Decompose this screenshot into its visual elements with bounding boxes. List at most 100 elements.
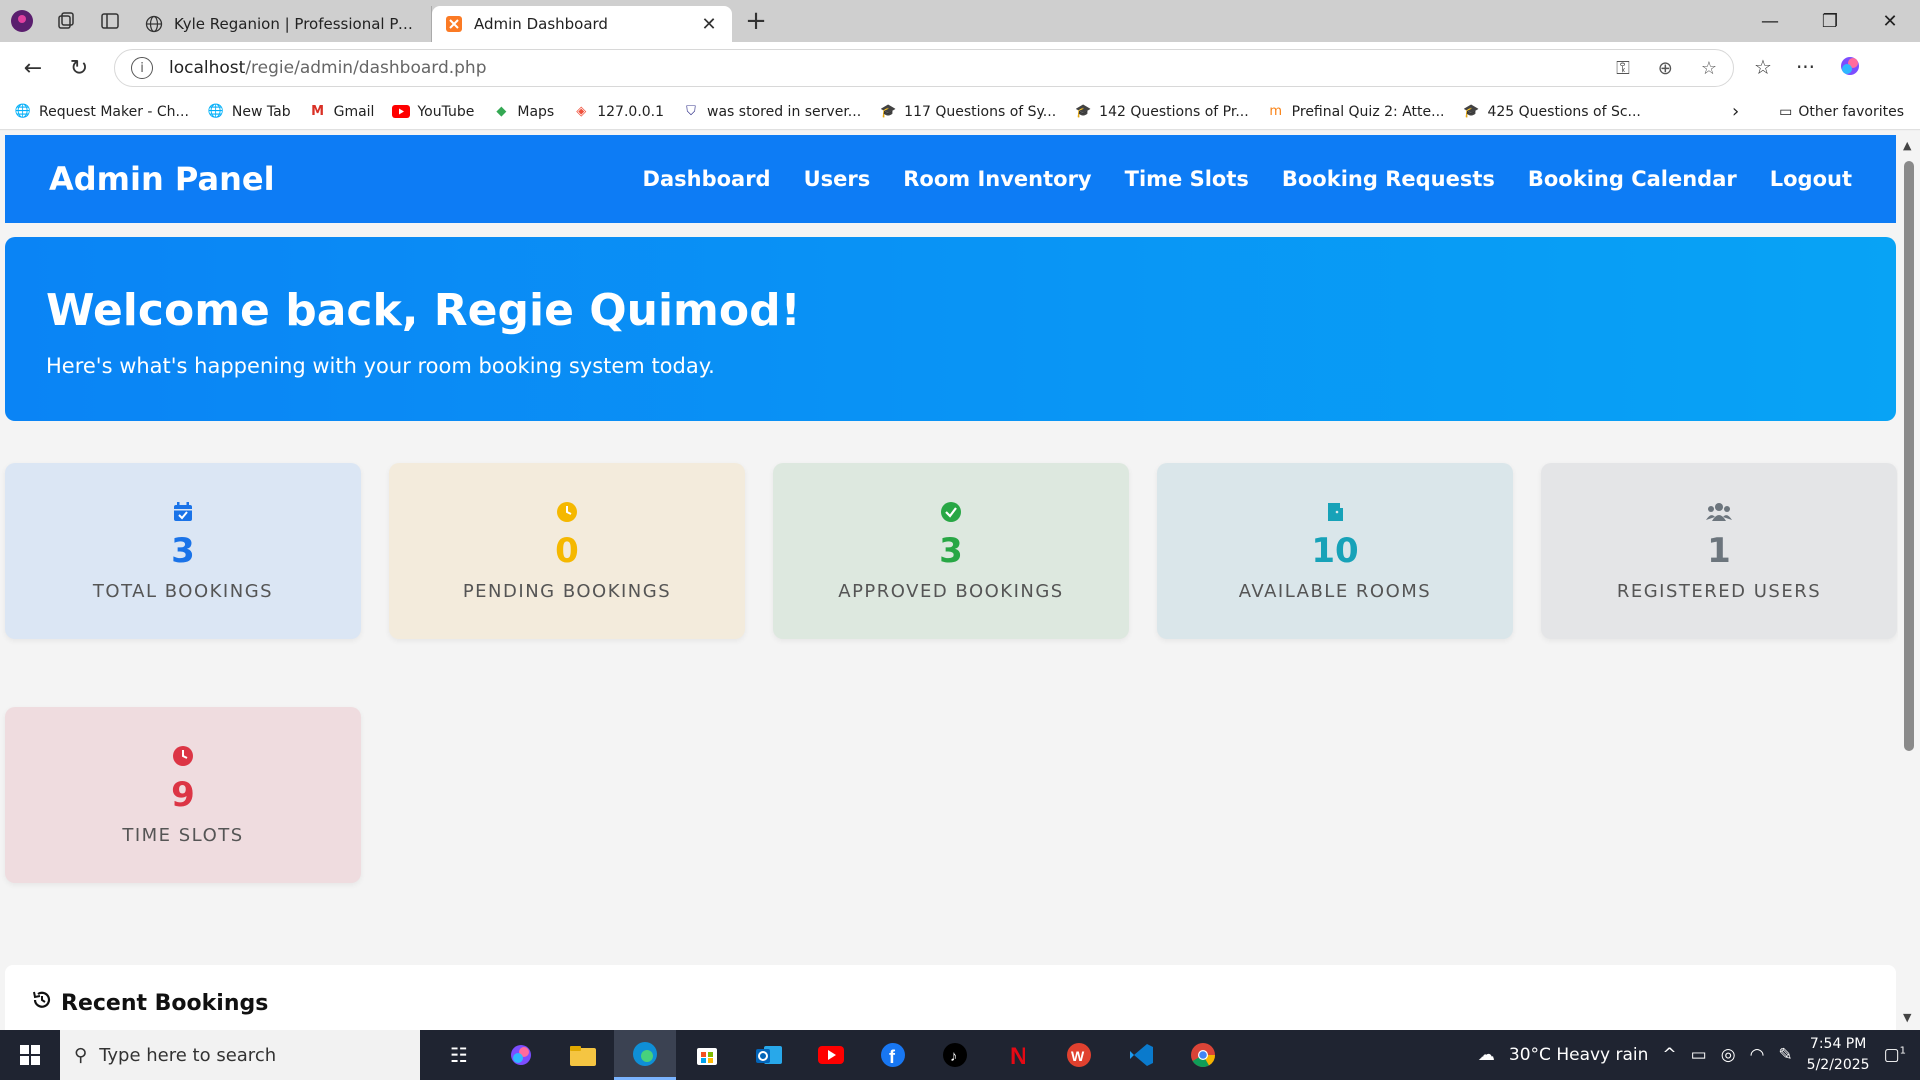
new-tab-button[interactable]: + bbox=[732, 6, 780, 36]
minimize-icon[interactable]: — bbox=[1740, 11, 1800, 32]
bookmark-label: Request Maker - Ch... bbox=[39, 103, 189, 120]
wifi-icon[interactable]: ◠ bbox=[1750, 1045, 1765, 1065]
stat-value: 9 bbox=[171, 775, 195, 815]
clock-icon bbox=[170, 743, 196, 769]
favorite-star-icon[interactable]: ☆ bbox=[1701, 58, 1717, 79]
bookmark-item[interactable]: 🎓 425 Questions of Sc... bbox=[1462, 103, 1641, 121]
nav-logout[interactable]: Logout bbox=[1770, 167, 1852, 191]
camera-icon[interactable]: ◎ bbox=[1721, 1045, 1736, 1065]
workspaces-icon[interactable] bbox=[44, 0, 88, 42]
back-arrow-icon[interactable]: ← bbox=[10, 56, 56, 81]
task-view-icon[interactable]: ☷ bbox=[428, 1030, 490, 1080]
edge-browser-icon[interactable] bbox=[614, 1030, 676, 1080]
taskbar-search[interactable]: ⚲ Type here to search bbox=[60, 1030, 420, 1080]
microsoft-store-icon[interactable] bbox=[676, 1030, 738, 1080]
bookmark-item[interactable]: 🌐 New Tab bbox=[207, 103, 291, 121]
bookmark-item[interactable]: ◈ 127.0.0.1 bbox=[572, 103, 664, 121]
bookmark-label: 425 Questions of Sc... bbox=[1487, 103, 1641, 120]
key-icon[interactable]: ⚿ bbox=[1616, 58, 1630, 79]
stat-card-available-rooms: 10 AVAILABLE ROOMS bbox=[1157, 463, 1513, 639]
favorites-icon[interactable]: ☆ bbox=[1754, 55, 1772, 82]
stat-value: 10 bbox=[1311, 531, 1359, 571]
bookmarks-bar: 🌐 Request Maker - Ch... 🌐 New Tab M Gmail Y… bbox=[0, 94, 1920, 130]
pen-icon[interactable]: ✎ bbox=[1778, 1045, 1792, 1065]
stat-value: 3 bbox=[939, 531, 963, 571]
globe-icon: 🌐 bbox=[14, 104, 32, 119]
bookmark-item[interactable]: 🌐 Request Maker - Ch... bbox=[14, 103, 189, 121]
stat-label: PENDING BOOKINGS bbox=[462, 581, 672, 602]
scroll-up-icon[interactable]: ▲ bbox=[1903, 139, 1911, 152]
url-host: localhost bbox=[169, 58, 246, 78]
zoom-icon[interactable]: ⊕ bbox=[1658, 58, 1673, 79]
other-favorites[interactable]: ▭ Other favorites bbox=[1779, 104, 1904, 120]
youtube-app-icon[interactable] bbox=[800, 1030, 862, 1080]
bookmark-item[interactable]: ◆ Maps bbox=[492, 103, 554, 121]
windows-taskbar: ⚲ Type here to search ☷ f ♪ N W ☁ 30°C H… bbox=[0, 1030, 1920, 1080]
site-info-icon[interactable]: i bbox=[131, 57, 153, 79]
stat-value: 0 bbox=[555, 531, 579, 571]
page-viewport: Admin Panel Dashboard Users Room Invento… bbox=[0, 131, 1920, 1030]
vscode-icon[interactable] bbox=[1110, 1030, 1172, 1080]
outlook-icon[interactable] bbox=[738, 1030, 800, 1080]
nav-time-slots[interactable]: Time Slots bbox=[1125, 167, 1249, 191]
chevron-right-icon[interactable]: › bbox=[1732, 101, 1739, 122]
windows-start-icon[interactable] bbox=[0, 1045, 60, 1065]
more-menu-icon[interactable]: ··· bbox=[1796, 55, 1815, 82]
chevron-up-icon[interactable]: ^ bbox=[1662, 1045, 1676, 1065]
folder-icon: ▭ bbox=[1779, 103, 1793, 120]
battery-icon[interactable]: ▭ bbox=[1691, 1045, 1707, 1065]
refresh-icon[interactable]: ↻ bbox=[56, 56, 102, 81]
weather-text[interactable]: 30°C Heavy rain bbox=[1509, 1045, 1649, 1065]
bookmark-item[interactable]: 🎓 142 Questions of Pr... bbox=[1074, 103, 1249, 121]
stat-value: 3 bbox=[171, 531, 195, 571]
scroll-down-icon[interactable]: ▼ bbox=[1903, 1011, 1911, 1024]
nav-room-inventory[interactable]: Room Inventory bbox=[903, 167, 1091, 191]
nav-booking-requests[interactable]: Booking Requests bbox=[1282, 167, 1495, 191]
laravel-icon: ◈ bbox=[576, 104, 587, 119]
clock-time: 7:54 PM bbox=[1809, 1036, 1867, 1052]
file-explorer-icon[interactable] bbox=[552, 1030, 614, 1080]
netflix-icon[interactable]: N bbox=[986, 1030, 1048, 1080]
bookmark-item[interactable]: m Prefinal Quiz 2: Atte... bbox=[1267, 103, 1444, 121]
calendar-check-icon bbox=[170, 499, 196, 525]
stat-label: TIME SLOTS bbox=[122, 825, 244, 846]
admin-brand[interactable]: Admin Panel bbox=[49, 160, 275, 198]
nav-booking-calendar[interactable]: Booking Calendar bbox=[1528, 167, 1737, 191]
page-scrollbar[interactable]: ▲ ▼ bbox=[1898, 131, 1920, 1030]
profile-avatar-icon[interactable] bbox=[0, 0, 44, 42]
tab-admin-dashboard[interactable]: Admin Dashboard ✕ bbox=[432, 6, 732, 42]
notification-icon[interactable]: ▢1 bbox=[1884, 1045, 1906, 1065]
copilot-app-icon[interactable] bbox=[490, 1030, 552, 1080]
shield-icon: ⛉ bbox=[686, 104, 696, 119]
bookmark-item[interactable]: 🎓 117 Questions of Sy... bbox=[879, 103, 1056, 121]
close-window-icon[interactable]: ✕ bbox=[1860, 11, 1920, 32]
window-controls: — ❐ ✕ bbox=[1740, 11, 1920, 32]
chrome-icon[interactable] bbox=[1172, 1030, 1234, 1080]
close-tab-icon[interactable]: ✕ bbox=[698, 14, 720, 35]
xampp-icon bbox=[444, 14, 464, 34]
stat-label: REGISTERED USERS bbox=[1616, 581, 1822, 602]
stat-card-pending-bookings: 0 PENDING BOOKINGS bbox=[389, 463, 745, 639]
taskbar-clock[interactable]: 7:54 PM 5/2/2025 bbox=[1807, 1034, 1870, 1076]
vertical-tabs-icon[interactable] bbox=[88, 0, 132, 42]
restore-icon[interactable]: ❐ bbox=[1800, 11, 1860, 32]
clock-icon bbox=[554, 499, 580, 525]
address-bar[interactable]: i localhost/regie/admin/dashboard.php ⚿ … bbox=[114, 49, 1734, 87]
bookmark-item[interactable]: YouTube bbox=[392, 103, 474, 121]
stat-card-time-slots: 9 TIME SLOTS bbox=[5, 707, 361, 883]
bookmark-item[interactable]: M Gmail bbox=[309, 103, 374, 121]
facebook-icon[interactable]: f bbox=[862, 1030, 924, 1080]
youtube-icon bbox=[392, 103, 411, 121]
svg-text:f: f bbox=[889, 1047, 896, 1067]
stat-card-registered-users: 1 REGISTERED USERS bbox=[1541, 463, 1897, 639]
nav-users[interactable]: Users bbox=[804, 167, 871, 191]
scroll-thumb[interactable] bbox=[1904, 161, 1914, 751]
tab-portfolio[interactable]: Kyle Reganion | Professional Portf bbox=[132, 6, 432, 42]
tiktok-icon[interactable]: ♪ bbox=[924, 1030, 986, 1080]
weather-icon[interactable]: ☁ bbox=[1478, 1045, 1495, 1065]
copilot-icon[interactable] bbox=[1839, 55, 1861, 82]
taskbar-apps: ☷ f ♪ N W bbox=[428, 1030, 1234, 1080]
wps-office-icon[interactable]: W bbox=[1048, 1030, 1110, 1080]
bookmark-item[interactable]: ⛉ was stored in server... bbox=[682, 103, 861, 121]
nav-dashboard[interactable]: Dashboard bbox=[643, 167, 771, 191]
